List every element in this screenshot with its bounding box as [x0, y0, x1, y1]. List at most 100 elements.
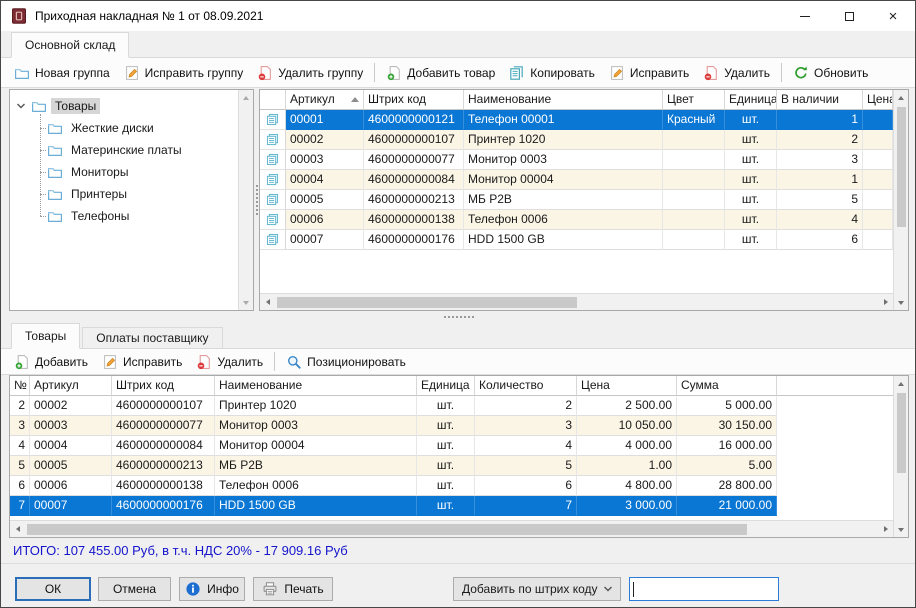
- invoice-row[interactable]: 7 00007 4600000000176 HDD 1500 GB шт. 7 3 000.…: [10, 496, 777, 516]
- edit-button[interactable]: Исправить: [602, 62, 696, 84]
- invoice-grid-vscroll[interactable]: [893, 376, 908, 537]
- delete-button[interactable]: Удалить: [696, 62, 777, 84]
- printer-icon: [262, 581, 278, 597]
- column-header-naimenovanie[interactable]: Наименование: [215, 376, 417, 396]
- scroll-right-arrow[interactable]: [878, 522, 893, 537]
- column-header-tsvet[interactable]: Цвет: [663, 90, 725, 110]
- product-row[interactable]: 00006 4600000000138 Телефон 0006 шт. 4: [260, 210, 893, 230]
- tab-invoice-items[interactable]: Товары: [11, 323, 81, 349]
- scroll-track[interactable]: [894, 391, 908, 522]
- locate-button[interactable]: Позиционировать: [279, 351, 413, 373]
- row-indicator-cell[interactable]: [260, 110, 286, 130]
- column-header-v-nalichii[interactable]: В наличии: [777, 90, 863, 110]
- print-button[interactable]: Печать: [253, 577, 333, 601]
- invoice-row[interactable]: 4 00004 4600000000084 Монитор 00004 шт. 4 4 00…: [10, 436, 777, 456]
- column-header-kolichestvo[interactable]: Количество: [475, 376, 577, 396]
- tree-item-monitors[interactable]: Мониторы: [10, 161, 238, 183]
- tree-children: Жесткие диски Материнские платы Мониторы Пр…: [10, 114, 238, 227]
- ok-button[interactable]: ОК: [15, 577, 91, 601]
- scroll-track[interactable]: [894, 105, 908, 295]
- tree-item-printers[interactable]: Принтеры: [10, 183, 238, 205]
- scroll-down-arrow[interactable]: [894, 295, 909, 310]
- products-grid-hscroll[interactable]: [260, 293, 893, 310]
- maximize-button[interactable]: [827, 1, 871, 31]
- cell-naimenovanie: МБ P2B: [215, 456, 417, 476]
- scroll-track[interactable]: [239, 105, 253, 295]
- invoice-grid-hscroll[interactable]: [10, 520, 893, 537]
- scroll-thumb[interactable]: [897, 393, 906, 473]
- scroll-down-arrow[interactable]: [239, 295, 254, 310]
- product-row[interactable]: 00002 4600000000107 Принтер 1020 шт. 2: [260, 130, 893, 150]
- scroll-up-arrow[interactable]: [894, 376, 909, 391]
- column-header-shtrih-kod[interactable]: Штрих код: [112, 376, 215, 396]
- invoice-row[interactable]: 2 00002 4600000000107 Принтер 1020 шт. 2 2 500…: [10, 396, 777, 416]
- cell-v-nalichii: 6: [777, 230, 863, 250]
- tree-item-motherboards[interactable]: Материнские платы: [10, 139, 238, 161]
- tree-item-phones[interactable]: Телефоны: [10, 205, 238, 227]
- column-header-artikul[interactable]: Артикул: [286, 90, 364, 110]
- horizontal-splitter[interactable]: [9, 311, 909, 323]
- scroll-thumb[interactable]: [897, 107, 906, 227]
- scroll-thumb[interactable]: [27, 524, 747, 535]
- edit-group-button[interactable]: Исправить группу: [117, 62, 251, 84]
- new-group-button[interactable]: Новая группа: [7, 62, 117, 84]
- invoice-row[interactable]: 6 00006 4600000000138 Телефон 0006 шт. 6 4 800…: [10, 476, 777, 496]
- scroll-down-arrow[interactable]: [894, 522, 909, 537]
- products-grid-vscroll[interactable]: [893, 90, 908, 310]
- column-header-num[interactable]: №: [10, 376, 30, 396]
- cell-v-nalichii: 4: [777, 210, 863, 230]
- column-header-shtrih-kod[interactable]: Штрих код: [364, 90, 464, 110]
- column-header-artikul[interactable]: Артикул: [30, 376, 112, 396]
- column-header-edinitsa[interactable]: Единица: [417, 376, 475, 396]
- add-row-button[interactable]: Добавить: [7, 351, 95, 373]
- copy-button[interactable]: Копировать: [502, 62, 602, 84]
- invoice-row[interactable]: 3 00003 4600000000077 Монитор 0003 шт. 3 10 05…: [10, 416, 777, 436]
- product-row[interactable]: 00005 4600000000213 МБ P2B шт. 5: [260, 190, 893, 210]
- edit-button[interactable]: Исправить: [95, 351, 189, 373]
- scroll-right-arrow[interactable]: [878, 295, 893, 310]
- close-button[interactable]: ×: [871, 1, 915, 31]
- row-indicator-cell[interactable]: [260, 170, 286, 190]
- tree-root-item[interactable]: Товары: [10, 95, 238, 117]
- product-row[interactable]: 00001 4600000000121 Телефон 00001 Красный шт…: [260, 110, 893, 130]
- cancel-button[interactable]: Отмена: [98, 577, 171, 601]
- column-header-tsena[interactable]: Цена: [863, 90, 893, 110]
- column-header-label: Артикул: [290, 92, 335, 106]
- tree-vscroll[interactable]: [238, 90, 253, 310]
- product-row[interactable]: 00003 4600000000077 Монитор 0003 шт. 3: [260, 150, 893, 170]
- tab-main-warehouse[interactable]: Основной склад: [11, 32, 130, 58]
- invoice-row[interactable]: 5 00005 4600000000213 МБ P2B шт. 5 1.00 5.00: [10, 456, 777, 476]
- delete-button[interactable]: Удалить: [189, 351, 270, 373]
- row-indicator-cell[interactable]: [260, 190, 286, 210]
- scroll-up-arrow[interactable]: [894, 90, 909, 105]
- column-header-edinitsa[interactable]: Единица: [725, 90, 777, 110]
- row-indicator-cell[interactable]: [260, 150, 286, 170]
- chevron-down-icon[interactable]: [15, 100, 27, 112]
- product-row[interactable]: 00004 4600000000084 Монитор 00004 шт. 1: [260, 170, 893, 190]
- tree-item-hard-drives[interactable]: Жесткие диски: [10, 117, 238, 139]
- delete-group-button[interactable]: Удалить группу: [250, 62, 370, 84]
- barcode-input[interactable]: [629, 577, 779, 601]
- tab-label: Оплаты поставщику: [96, 331, 209, 345]
- scroll-track[interactable]: [25, 521, 878, 537]
- scroll-up-arrow[interactable]: [239, 90, 254, 105]
- column-header-tsena[interactable]: Цена: [577, 376, 677, 396]
- row-indicator-cell[interactable]: [260, 230, 286, 250]
- add-product-button[interactable]: Добавить товар: [379, 62, 502, 84]
- barcode-mode-select[interactable]: Добавить по штрих коду: [453, 577, 621, 601]
- row-indicator-cell[interactable]: [260, 210, 286, 230]
- cell-summa: 5.00: [677, 456, 777, 476]
- refresh-button[interactable]: Обновить: [786, 62, 875, 84]
- info-button[interactable]: Инфо: [179, 577, 245, 601]
- cell-shtrih-kod: 4600000000138: [364, 210, 464, 230]
- product-row[interactable]: 00007 4600000000176 HDD 1500 GB шт. 6: [260, 230, 893, 250]
- minimize-button[interactable]: [783, 1, 827, 31]
- column-header-summa[interactable]: Сумма: [677, 376, 777, 396]
- row-indicator-cell[interactable]: [260, 130, 286, 150]
- scroll-thumb[interactable]: [277, 297, 577, 308]
- scroll-track[interactable]: [275, 294, 878, 310]
- scroll-left-arrow[interactable]: [260, 295, 275, 310]
- column-header-naimenovanie[interactable]: Наименование: [464, 90, 663, 110]
- tab-supplier-payments[interactable]: Оплаты поставщику: [82, 327, 223, 349]
- scroll-left-arrow[interactable]: [10, 522, 25, 537]
